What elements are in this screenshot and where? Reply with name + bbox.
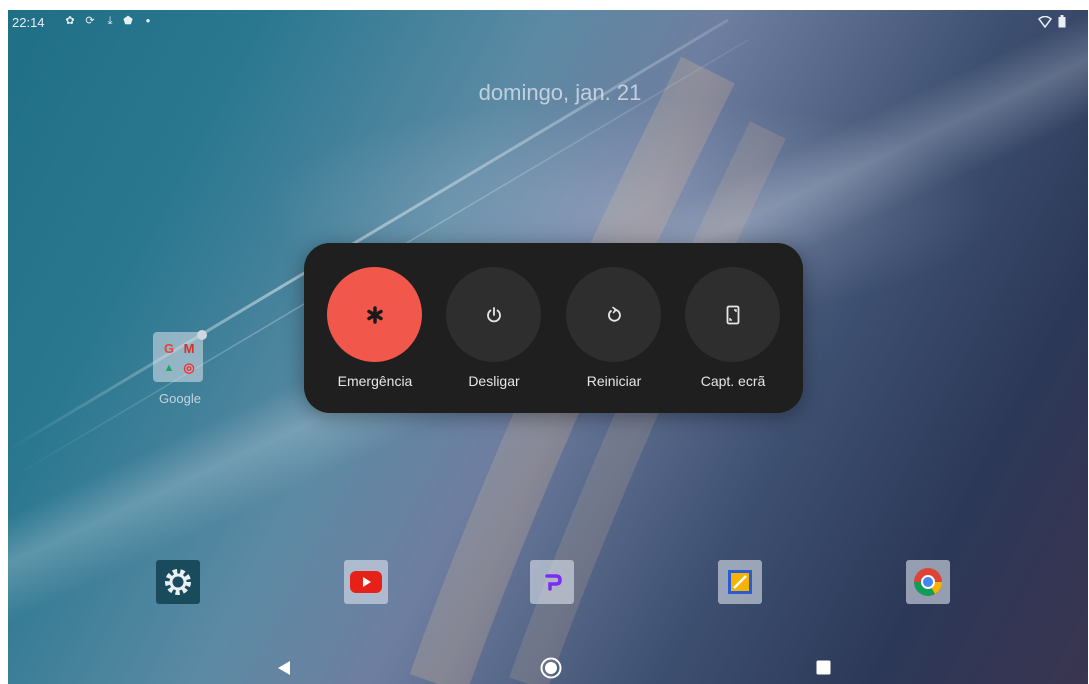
chrome-icon [914, 568, 942, 596]
power-icon [486, 306, 501, 322]
status-bar: 22:14 ✿ ⟳ ⤓ ⬟ ● [8, 10, 1088, 34]
pocket-icon [545, 574, 562, 591]
chrome-app-icon[interactable] [906, 560, 950, 604]
settings-icon: ✿ [65, 15, 75, 27]
wifi-icon [1038, 16, 1052, 28]
restart-label: Reiniciar [586, 373, 642, 389]
emergency-label: Emergência [337, 373, 413, 389]
shield-play-icon: ⬟ [123, 15, 133, 27]
dot-icon: ● [145, 16, 151, 25]
screenshot-label: Capt. ecrã [700, 373, 766, 389]
lockscreen-date: domingo, jan. 21 [478, 80, 642, 105]
settings-app-icon[interactable] [156, 560, 200, 604]
youtube-icon [350, 571, 382, 593]
navigation-bar [8, 650, 1088, 684]
status-time: 22:14 [12, 15, 45, 30]
power-off-button[interactable] [446, 267, 541, 362]
youtube-music-app-icon: ◎ [183, 360, 195, 375]
files-app-icon[interactable] [718, 560, 762, 604]
download-icon: ⤓ [107, 15, 113, 27]
home-screen: 22:14 ✿ ⟳ ⤓ ⬟ ● domingo, jan. 21 G M ▲ ◎… [8, 10, 1088, 684]
back-icon[interactable] [276, 660, 292, 676]
emergency-asterisk-icon [366, 305, 383, 324]
restart-icon [607, 306, 621, 322]
files-icon [728, 570, 752, 594]
screenshot-button[interactable] [685, 267, 780, 362]
restart-button[interactable] [566, 267, 661, 362]
home-icon[interactable] [540, 657, 562, 679]
youtube-app-icon[interactable] [344, 560, 388, 604]
gear-icon [165, 569, 191, 595]
power-menu: Emergência Desligar Reiniciar Capt. ecrã [304, 243, 803, 413]
screenshot-icon [726, 305, 739, 324]
sync-icon: ⟳ [85, 15, 95, 27]
power-off-label: Desligar [468, 373, 520, 389]
recents-icon[interactable] [816, 660, 831, 675]
drive-app-icon: ▲ [163, 362, 175, 374]
battery-icon [1058, 15, 1066, 28]
emergency-button[interactable] [327, 267, 422, 362]
google-app-icon: G [163, 341, 175, 356]
notification-dot [197, 330, 207, 340]
google-folder[interactable]: G M ▲ ◎ [153, 332, 205, 384]
pocket-app-icon[interactable] [530, 560, 574, 604]
gmail-app-icon: M [183, 341, 195, 356]
folder-label: Google [159, 391, 201, 406]
